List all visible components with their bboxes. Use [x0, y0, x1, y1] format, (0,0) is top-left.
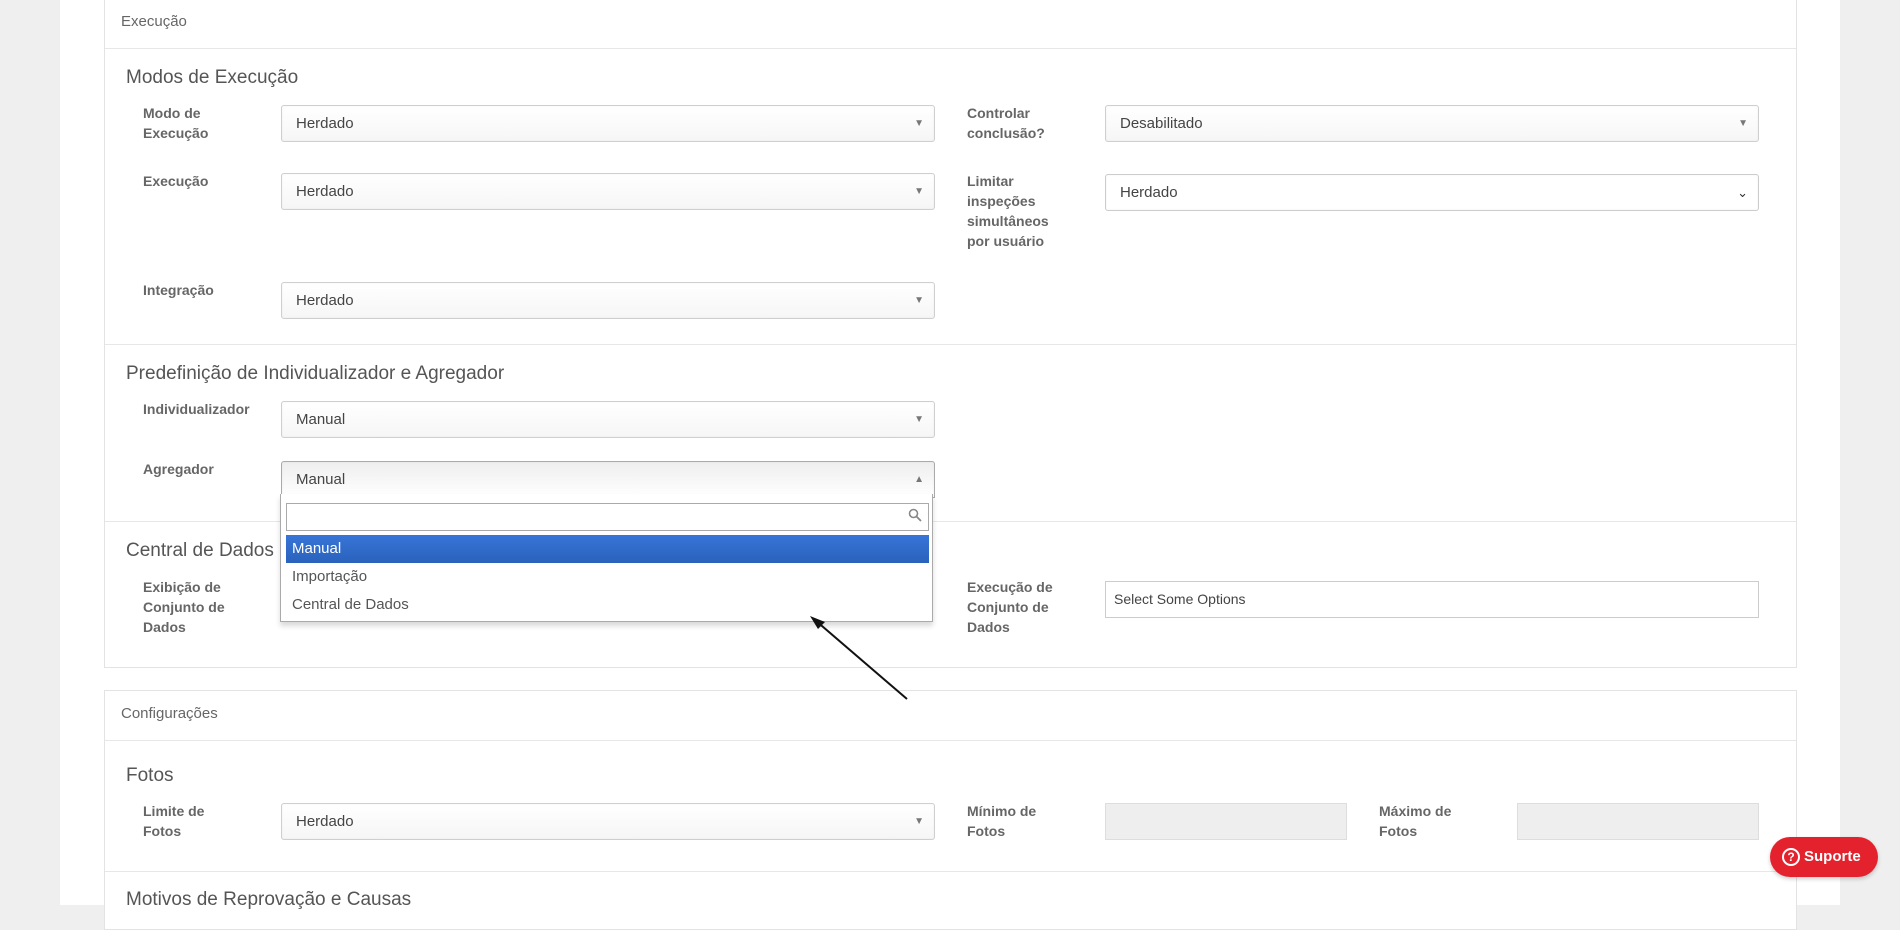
execucao-conjunto-label: Execução de Conjunto de Dados	[967, 579, 1053, 635]
modo-execucao-label: Modo de Execução	[143, 105, 209, 141]
limite-fotos-label: Limite de Fotos	[143, 803, 205, 839]
fotos-title: Fotos	[126, 765, 174, 786]
execucao-conjunto-multiselect[interactable]: Select Some Options	[1105, 581, 1759, 618]
controlar-conclusao-label: Controlar conclusão?	[967, 105, 1045, 141]
controlar-conclusao-select[interactable]: Desabilitado ▼	[1105, 105, 1759, 142]
motivos-title: Motivos de Reprovação e Causas	[126, 889, 412, 910]
maximo-fotos-label: Máximo de Fotos	[1379, 803, 1452, 839]
triangle-down-icon: ▼	[914, 295, 924, 306]
integracao-value: Herdado	[296, 292, 354, 309]
triangle-down-icon: ▼	[914, 414, 924, 425]
triangle-down-icon: ▼	[914, 186, 924, 197]
modos-execucao-title: Modos de Execução	[126, 67, 299, 88]
integracao-select[interactable]: Herdado ▼	[281, 282, 935, 319]
section-divider	[105, 344, 1796, 345]
individualizador-value: Manual	[296, 411, 346, 428]
dropdown-search-box	[286, 503, 929, 531]
controlar-conclusao-value: Desabilitado	[1120, 115, 1203, 132]
execucao-value: Herdado	[296, 183, 354, 200]
dropdown-options: Manual Importação Central de Dados	[286, 535, 929, 619]
central-dados-title: Central de Dados	[126, 540, 274, 561]
limite-fotos-select[interactable]: Herdado ▼	[281, 803, 935, 840]
limitar-inspecoes-value: Herdado	[1120, 184, 1178, 201]
individualizador-select[interactable]: Manual ▼	[281, 401, 935, 438]
individualizador-label: Individualizador	[143, 401, 250, 417]
triangle-down-icon: ▼	[1738, 118, 1748, 129]
minimo-fotos-label: Mínimo de Fotos	[967, 803, 1037, 839]
dropdown-option-central-de-dados[interactable]: Central de Dados	[286, 591, 929, 619]
magnifier-icon	[908, 508, 922, 527]
dropdown-option-manual[interactable]: Manual	[286, 535, 929, 563]
support-label: Suporte	[1804, 848, 1861, 865]
execucao-panel-header: Execução	[105, 0, 1796, 49]
help-circle-icon: ?	[1782, 848, 1800, 867]
dropdown-option-importacao[interactable]: Importação	[286, 563, 929, 591]
configuracoes-panel-header: Configurações	[105, 691, 1796, 741]
agregador-value: Manual	[296, 471, 346, 488]
limite-fotos-value: Herdado	[296, 813, 354, 830]
limitar-inspecoes-label: Limitar inspeções simultâneos por usuári…	[967, 173, 1049, 249]
triangle-up-icon: ▲	[914, 474, 924, 485]
agregador-select[interactable]: Manual ▲	[281, 461, 935, 498]
configuracoes-panel: Configurações Fotos Limite de Fotos Herd…	[104, 690, 1797, 930]
support-button[interactable]: ? Suporte	[1770, 837, 1878, 877]
agregador-dropdown: Manual Importação Central de Dados	[280, 494, 933, 622]
execucao-label: Execução	[143, 173, 209, 189]
modo-execucao-select[interactable]: Herdado ▼	[281, 105, 935, 142]
dropdown-search-input[interactable]	[287, 504, 887, 530]
triangle-down-icon: ▼	[914, 816, 924, 827]
triangle-down-icon: ▼	[914, 118, 924, 129]
agregador-label: Agregador	[143, 461, 214, 477]
minimo-fotos-input[interactable]	[1105, 803, 1347, 840]
predefinicao-title: Predefinição de Individualizador e Agreg…	[126, 363, 505, 384]
limitar-inspecoes-select[interactable]: Herdado ⌄	[1105, 174, 1759, 211]
section-divider	[105, 871, 1796, 872]
execucao-select[interactable]: Herdado ▼	[281, 173, 935, 210]
integracao-label: Integração	[143, 282, 214, 298]
execucao-conjunto-placeholder: Select Some Options	[1114, 591, 1246, 607]
chevron-down-icon: ⌄	[1737, 185, 1748, 200]
maximo-fotos-input[interactable]	[1517, 803, 1759, 840]
exibicao-conjunto-label: Exibição de Conjunto de Dados	[143, 579, 225, 635]
modo-execucao-value: Herdado	[296, 115, 354, 132]
page-content: Execução Modos de Execução Modo de Execu…	[60, 0, 1840, 930]
